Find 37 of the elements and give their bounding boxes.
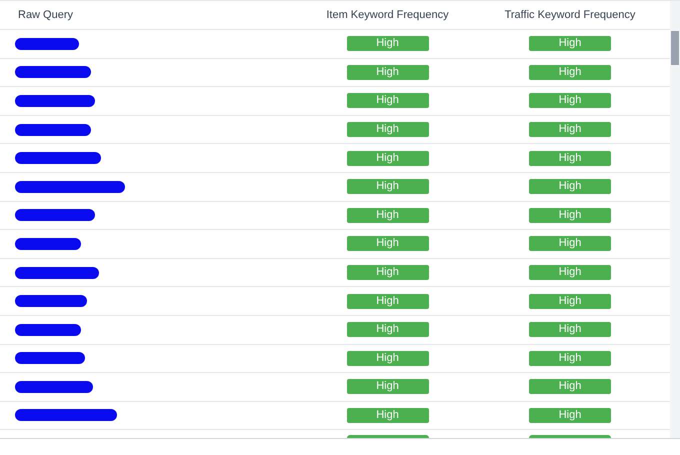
frequency-badge: High	[346, 379, 428, 394]
frequency-badge: High	[529, 64, 611, 80]
frequency-badge: High	[529, 208, 611, 223]
frequency-badge: High	[346, 350, 428, 366]
frequency-badge: High	[529, 265, 611, 280]
frequency-badge: High	[529, 179, 611, 194]
frequency-badge: High	[346, 93, 428, 108]
column-header[interactable]: Traffic Keyword Frequency	[504, 8, 636, 21]
frequency-badge: High	[346, 265, 428, 280]
column-header[interactable]: Raw Query	[18, 8, 74, 21]
frequency-badge: High	[529, 236, 611, 252]
frequency-badge: High	[346, 294, 428, 309]
redaction-mark	[15, 238, 81, 250]
column-header[interactable]: Item Keyword Frequency	[326, 8, 449, 21]
frequency-badge: High	[529, 408, 611, 423]
frequency-badge: High	[529, 322, 611, 338]
frequency-badge: High	[346, 122, 428, 138]
frequency-badge: High	[529, 294, 611, 309]
redaction-mark	[15, 295, 87, 308]
frequency-badge: High	[529, 150, 611, 166]
frequency-badge: High	[346, 408, 428, 423]
frequency-badge: High	[346, 322, 428, 338]
frequency-badge: High	[346, 64, 428, 80]
redaction-mark	[15, 352, 85, 364]
frequency-badge: High	[346, 36, 428, 52]
frequency-badge: High	[529, 379, 611, 394]
frequency-badge: High	[529, 122, 611, 138]
redaction-mark	[15, 38, 79, 50]
frequency-badge: High	[529, 36, 611, 52]
redaction-mark	[15, 324, 81, 336]
frequency-badge: High	[346, 236, 428, 252]
frequency-badge: High	[529, 350, 611, 366]
scrollbar-thumb[interactable]	[671, 31, 679, 65]
frequency-badge: High	[346, 150, 428, 166]
frequency-badge: High	[346, 208, 428, 223]
frequency-badge: High	[346, 179, 428, 194]
frequency-badge: High	[529, 93, 611, 108]
